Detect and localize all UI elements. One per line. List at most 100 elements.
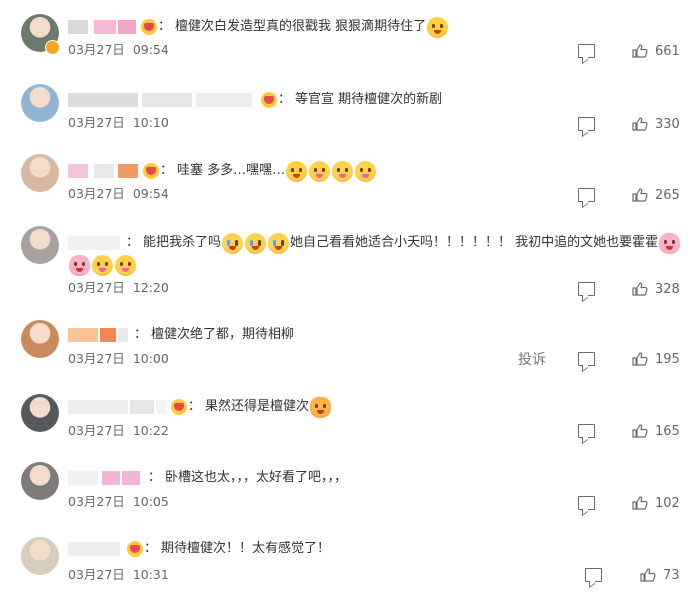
comment-time: 09:54 [132, 42, 169, 57]
party-emoji-icon [355, 160, 377, 182]
comment-meta: 03月27日 10:10 [68, 113, 688, 133]
comment-reply-icon[interactable] [578, 424, 595, 438]
user-avatar[interactable] [21, 537, 59, 575]
separator: ： [188, 399, 202, 414]
crying-emoji-icon [268, 232, 290, 254]
comment-date: 03月27日 [68, 186, 125, 201]
username-redacted[interactable] [68, 236, 124, 250]
like-button[interactable]: 73 [640, 565, 680, 585]
like-button[interactable]: 328 [632, 279, 680, 299]
username-redacted[interactable] [68, 542, 124, 556]
comment-meta: 03月27日 10:22 [68, 421, 688, 441]
user-avatar[interactable] [21, 14, 59, 52]
comment-text: 果然还得是檀健次 [205, 399, 310, 414]
separator: ： [278, 92, 292, 107]
comment-time: 09:54 [132, 186, 169, 201]
like-button[interactable]: 165 [632, 421, 680, 441]
fan-heart-icon [143, 163, 159, 179]
comment-reply-icon[interactable] [578, 188, 595, 202]
username-redacted[interactable] [68, 164, 140, 178]
comment-date: 03月27日 [68, 351, 125, 366]
comment-text: 能把我杀了吗 [143, 235, 222, 250]
comment-reply-icon[interactable] [578, 44, 595, 58]
comment-line: ：哇塞 多多…嘿嘿… [68, 160, 688, 182]
fan-heart-icon [141, 19, 157, 35]
like-count: 265 [655, 187, 680, 203]
party-emoji-icon [309, 160, 331, 182]
comment-time: 10:22 [132, 423, 169, 438]
username-redacted[interactable] [68, 328, 132, 342]
user-avatar[interactable] [21, 154, 59, 192]
user-avatar[interactable] [21, 84, 59, 122]
thumbs-up-icon [632, 188, 648, 202]
comment-time: 10:05 [132, 494, 169, 509]
thumbs-up-icon [632, 117, 648, 131]
like-button[interactable]: 330 [632, 114, 680, 134]
like-count: 661 [655, 43, 680, 59]
thumbs-up-icon [632, 352, 648, 366]
like-count: 195 [655, 351, 680, 367]
report-button[interactable]: 投诉 [518, 350, 546, 370]
username-redacted[interactable] [68, 471, 146, 485]
separator: ： [144, 541, 158, 556]
comment-time: 10:31 [132, 567, 169, 582]
fan-heart-icon [261, 92, 277, 108]
comment-meta: 03月27日 09:54 [68, 40, 688, 60]
like-count: 73 [663, 567, 680, 583]
comment-date: 03月27日 [68, 494, 125, 509]
comment-line: ：能把我杀了吗 她自己看看她适合小夭吗！！！！！！ 我初中追的文她也要霍霍 [68, 232, 688, 254]
separator: ： [160, 163, 174, 178]
crying-emoji-icon [222, 232, 244, 254]
like-button[interactable]: 661 [632, 41, 680, 61]
like-count: 102 [655, 495, 680, 511]
grinning-emoji-icon [286, 160, 308, 182]
comment-reply-icon[interactable] [578, 496, 595, 510]
like-count: 330 [655, 116, 680, 132]
comment-text: 哇塞 多多…嘿嘿… [177, 163, 286, 178]
comment-reply-icon[interactable] [585, 568, 602, 582]
user-avatar[interactable] [21, 394, 59, 432]
fan-heart-icon [171, 399, 187, 415]
comment-date: 03月27日 [68, 567, 125, 582]
comment-reply-icon[interactable] [578, 352, 595, 366]
comment-reply-icon[interactable] [578, 282, 595, 296]
comment-time: 12:20 [132, 280, 169, 295]
separator: ： [126, 235, 140, 250]
crying-emoji-icon [245, 232, 267, 254]
comment-meta: 03月27日 10:05 [68, 492, 688, 512]
separator: ： [134, 327, 148, 342]
username-redacted[interactable] [68, 20, 138, 34]
like-count: 328 [655, 281, 680, 297]
like-button[interactable]: 265 [632, 185, 680, 205]
fist-emoji-icon [310, 396, 332, 418]
comment-meta: 03月27日 09:54 [68, 184, 688, 204]
comment-text: 檀健次绝了都，期待相柳 [151, 327, 295, 342]
thumbs-up-icon [632, 282, 648, 296]
flower-emoji-icon [659, 232, 681, 254]
thumbs-up-icon [632, 44, 648, 58]
thumbs-up-icon [640, 568, 656, 582]
thumbs-up-icon [632, 424, 648, 438]
user-avatar[interactable] [21, 226, 59, 264]
comment-meta: 03月27日 12:20 [68, 278, 688, 298]
comment-date: 03月27日 [68, 42, 125, 57]
comment-reply-icon[interactable] [578, 117, 595, 131]
username-redacted[interactable] [68, 400, 168, 414]
user-avatar[interactable] [21, 462, 59, 500]
comment-time: 10:00 [132, 351, 169, 366]
comment-line: ：檀健次绝了都，期待相柳 [68, 324, 688, 346]
comment-line: ：果然还得是檀健次 [68, 396, 688, 418]
comment-line: ：等官宣 期待檀健次的新剧 [68, 89, 688, 111]
fan-heart-icon [127, 541, 143, 557]
comment-text: 她自己看看她适合小夭吗！！！！！！ 我初中追的文她也要霍霍 [290, 235, 659, 250]
comment-line: ：檀健次白发造型真的很戳我 狠狠滴期待住了 [68, 16, 688, 38]
comment-list: ：檀健次白发造型真的很戳我 狠狠滴期待住了 03月27日 09:54 661：等官宣 … [0, 0, 700, 606]
like-count: 165 [655, 423, 680, 439]
grinning-emoji-icon [427, 16, 449, 38]
user-avatar[interactable] [21, 320, 59, 358]
username-redacted[interactable] [68, 93, 258, 107]
like-button[interactable]: 195 [632, 349, 680, 369]
like-button[interactable]: 102 [632, 493, 680, 513]
comment-text: 檀健次白发造型真的很戳我 狠狠滴期待住了 [175, 19, 427, 34]
comment-time: 10:10 [132, 115, 169, 130]
